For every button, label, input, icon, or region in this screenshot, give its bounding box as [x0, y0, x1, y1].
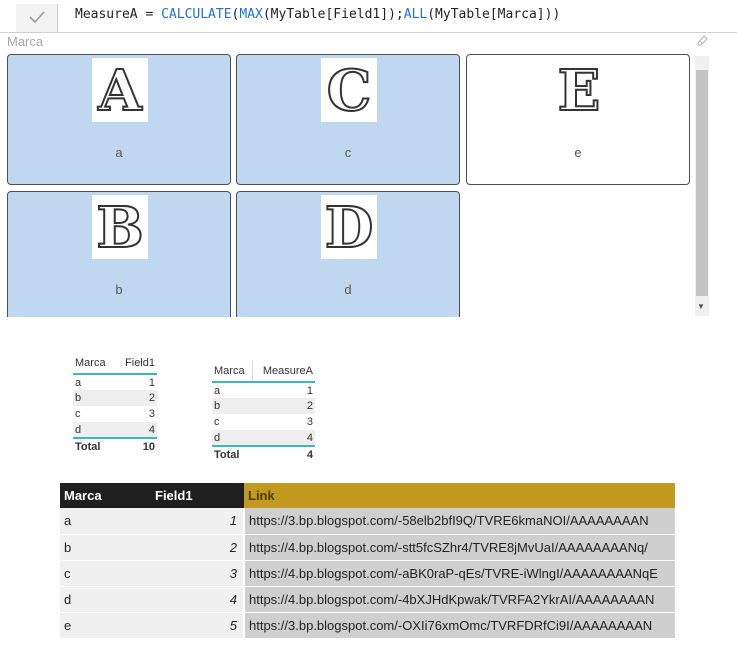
- cell: 5: [151, 612, 245, 639]
- slicer-tile-d[interactable]: D d: [236, 191, 460, 317]
- cell: 3: [151, 560, 245, 587]
- slicer-tile-label: a: [115, 145, 123, 160]
- column-header[interactable]: Marca: [73, 352, 116, 375]
- slicer-tile-c[interactable]: C c: [236, 54, 460, 185]
- column-header[interactable]: Marca: [212, 360, 253, 383]
- table-row: c 3 https://4.bp.blogspot.com/-aBK0raP-q…: [60, 560, 675, 587]
- cell: b: [212, 398, 253, 414]
- cell: 2: [252, 398, 315, 414]
- table-row: c3: [212, 414, 315, 430]
- cell: 1: [148, 376, 155, 389]
- total-row: Total 10: [73, 437, 157, 454]
- table-row: d4: [212, 430, 315, 446]
- letter-e-image: E: [551, 58, 607, 122]
- link-cell[interactable]: https://4.bp.blogspot.com/-aBK0raP-qEs/T…: [244, 560, 675, 587]
- table-row: a 1 https://3.bp.blogspot.com/-58elb2bfI…: [60, 508, 675, 535]
- cell: d: [212, 430, 253, 446]
- cell: 4: [151, 586, 245, 613]
- cell: b: [60, 534, 151, 561]
- svg-text:C: C: [327, 58, 372, 122]
- cell: a: [75, 376, 82, 389]
- formula-arg1: (MyTable[Field1]);: [262, 7, 404, 22]
- cell: d: [73, 422, 116, 438]
- scroll-down-icon[interactable]: ▼: [697, 302, 705, 311]
- cell: b: [73, 390, 116, 406]
- slicer-scrollbar-thumb[interactable]: [696, 70, 708, 296]
- letter-c-image: C: [321, 58, 377, 122]
- cell: a: [214, 384, 221, 397]
- slicer-tile-label: d: [344, 282, 352, 297]
- cell: 1: [306, 384, 313, 397]
- slicer-tile-e[interactable]: E e: [466, 54, 690, 185]
- link-cell[interactable]: https://4.bp.blogspot.com/-4bXJHdKpwak/T…: [244, 586, 675, 613]
- table-row: a1: [73, 374, 157, 390]
- formula-bar: MeasureA = CALCULATE(MAX(MyTable[Field1]…: [0, 0, 737, 33]
- table-row: a1: [212, 382, 315, 398]
- cell: 2: [115, 390, 157, 406]
- link-cell[interactable]: https://4.bp.blogspot.com/-stt5fcSZhr4/T…: [244, 534, 675, 561]
- table-row: d 4 https://4.bp.blogspot.com/-4bXJHdKpw…: [60, 586, 675, 613]
- cell: 4: [252, 430, 315, 446]
- cell: 1: [151, 508, 245, 535]
- svg-text:D: D: [325, 195, 374, 259]
- table-row: b2: [212, 398, 315, 414]
- slicer-tile-label: b: [115, 282, 123, 297]
- column-header[interactable]: Link: [244, 483, 675, 508]
- table-marca-field1-link: Marca Field1 Link a 1 https://3.bp.blogs…: [60, 483, 675, 639]
- formula-input[interactable]: MeasureA = CALCULATE(MAX(MyTable[Field1]…: [75, 7, 560, 22]
- table-row: b 2 https://4.bp.blogspot.com/-stt5fcSZh…: [60, 534, 675, 561]
- formula-fn-max: MAX: [239, 7, 263, 22]
- column-header[interactable]: MeasureA: [252, 360, 315, 383]
- slicer-tile-label: e: [574, 145, 582, 160]
- table-row: c3: [73, 406, 157, 422]
- letter-d-image: D: [321, 195, 377, 259]
- eraser-icon[interactable]: [695, 33, 709, 47]
- cell: 10: [115, 437, 157, 454]
- cell: c: [60, 560, 151, 587]
- cell: 2: [151, 534, 245, 561]
- svg-text:E: E: [558, 58, 601, 122]
- column-header[interactable]: Field1: [115, 352, 157, 375]
- cell: Total: [73, 437, 116, 454]
- slicer-title: Marca: [7, 34, 44, 49]
- cell: e: [60, 612, 151, 639]
- slicer-tiles: A a C c E e B b D d: [0, 50, 711, 317]
- cell: c: [214, 416, 220, 428]
- svg-text:B: B: [96, 195, 143, 259]
- cell: 3: [148, 408, 155, 420]
- link-cell[interactable]: https://3.bp.blogspot.com/-58elb2bfI9Q/T…: [244, 508, 675, 535]
- slicer-tile-a[interactable]: A a: [7, 54, 231, 185]
- commit-button[interactable]: [16, 4, 58, 32]
- formula-fn-all: ALL: [403, 7, 428, 22]
- letter-a-image: A: [92, 58, 148, 122]
- svg-text:A: A: [97, 58, 143, 122]
- table-row: b2: [73, 390, 157, 406]
- formula-measure-name: MeasureA =: [75, 7, 162, 22]
- cell: d: [60, 586, 151, 613]
- letter-b-image: B: [92, 195, 148, 259]
- slicer-tile-b[interactable]: B b: [7, 191, 231, 317]
- total-row: Total 4: [212, 445, 315, 462]
- checkmark-icon: [29, 11, 45, 24]
- table-row: d4: [73, 422, 157, 438]
- slicer-tile-label: c: [344, 145, 352, 160]
- cell: Total: [212, 445, 253, 462]
- column-header[interactable]: Marca: [60, 483, 151, 508]
- cell: 4: [115, 422, 157, 438]
- table-marca-field1: Marca Field1 a1 b2 c3 d4 Total 10: [73, 352, 157, 454]
- table-marca-measurea: Marca MeasureA a1 b2 c3 d4 Total 4: [212, 360, 315, 462]
- cell: c: [75, 408, 81, 420]
- cell: 3: [306, 416, 313, 428]
- link-cell[interactable]: https://3.bp.blogspot.com/-OXIi76xmOmc/T…: [244, 612, 675, 639]
- formula-arg2: (MyTable[Marca])): [427, 7, 561, 22]
- cell: a: [60, 508, 151, 535]
- cell: 4: [252, 445, 315, 462]
- formula-fn-calculate: CALCULATE: [161, 7, 232, 22]
- table-row: e 5 https://3.bp.blogspot.com/-OXIi76xmO…: [60, 612, 675, 639]
- column-header[interactable]: Field1: [151, 483, 244, 508]
